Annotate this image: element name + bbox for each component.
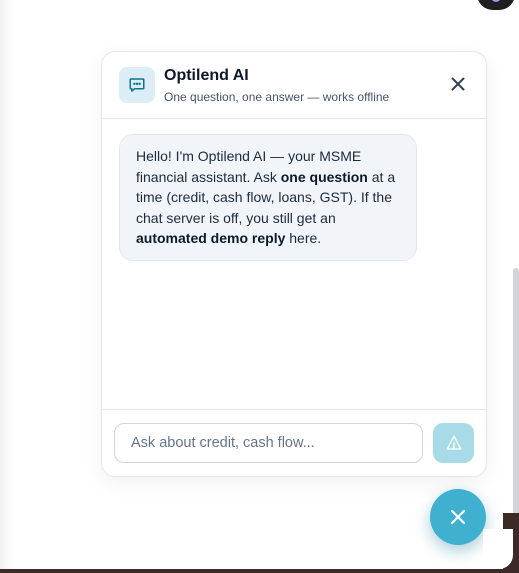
send-button[interactable] <box>433 423 474 463</box>
chat-input[interactable] <box>114 423 423 463</box>
chat-title: Optilend AI <box>164 67 249 84</box>
scrollbar[interactable] <box>513 0 519 573</box>
close-icon <box>451 77 465 91</box>
chat-toggle-button[interactable] <box>430 489 486 545</box>
chat-header: Optilend AI One question, one answer — w… <box>102 52 486 119</box>
avatar-dot <box>491 0 501 2</box>
message-list: Hello! I'm Optilend AI — your MSME finan… <box>102 119 486 409</box>
avatar[interactable] <box>477 0 515 10</box>
message-bold-text: automated demo reply <box>136 230 286 246</box>
chat-panel: Optilend AI One question, one answer — w… <box>101 51 487 477</box>
composer <box>102 409 486 476</box>
page-left-edge <box>0 0 14 573</box>
close-icon <box>450 509 466 525</box>
window-corner-mask <box>483 529 513 569</box>
send-icon <box>446 435 461 450</box>
assistant-message: Hello! I'm Optilend AI — your MSME finan… <box>119 134 417 261</box>
message-bold-text: one question <box>280 168 368 185</box>
message-text: here. <box>285 230 322 246</box>
close-button[interactable] <box>448 74 468 94</box>
chat-subtitle: One question, one answer — works offline <box>164 90 390 104</box>
window-bottom-edge <box>0 569 519 573</box>
chat-bubble-icon <box>119 67 155 103</box>
